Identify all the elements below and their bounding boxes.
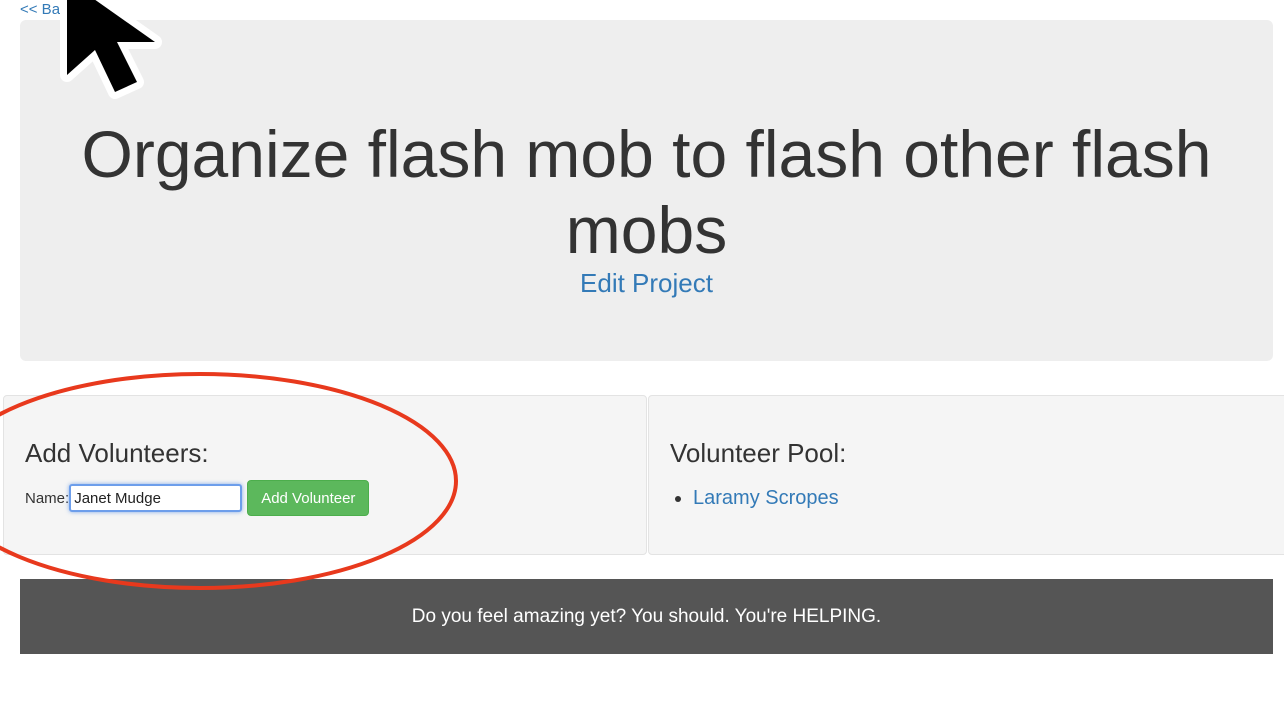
back-link[interactable]: << Back xyxy=(20,1,68,18)
edit-project-link[interactable]: Edit Project xyxy=(20,268,1273,299)
volunteer-pool-panel: Volunteer Pool: Laramy Scropes xyxy=(648,395,1284,555)
page-title: Organize flash mob to flash other flash … xyxy=(81,117,1212,267)
footer-banner: Do you feel amazing yet? You should. You… xyxy=(20,579,1273,654)
add-volunteers-panel: Add Volunteers: Name: Add Volunteer xyxy=(3,395,647,555)
volunteer-name-input[interactable] xyxy=(69,484,243,512)
project-header: Organize flash mob to flash other flash … xyxy=(20,20,1273,361)
volunteer-pool-heading: Volunteer Pool: xyxy=(670,438,847,468)
add-volunteers-heading: Add Volunteers: xyxy=(25,438,209,468)
volunteer-link[interactable]: Laramy Scropes xyxy=(693,487,839,509)
volunteer-list: Laramy Scropes xyxy=(673,487,839,510)
add-volunteer-form: Name: Add Volunteer xyxy=(25,480,370,516)
add-volunteer-button[interactable]: Add Volunteer xyxy=(247,480,370,516)
name-label: Name: xyxy=(25,489,70,507)
list-item: Laramy Scropes xyxy=(693,487,839,510)
